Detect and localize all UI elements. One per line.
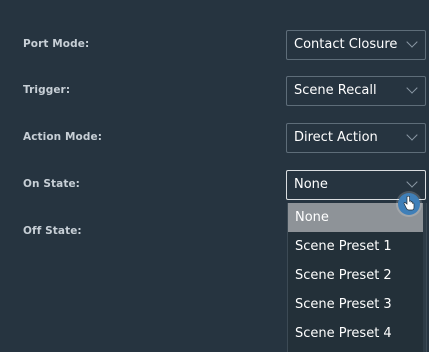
trigger-select[interactable]: Scene Recall bbox=[286, 76, 426, 106]
port-mode-value: Contact Closure bbox=[294, 37, 398, 52]
trigger-value: Scene Recall bbox=[294, 83, 377, 98]
on-state-dropdown-list[interactable]: None Scene Preset 1 Scene Preset 2 Scene… bbox=[287, 203, 427, 352]
dropdown-option-scene-preset-1[interactable]: Scene Preset 1 bbox=[288, 232, 426, 261]
off-state-label: Off State: bbox=[23, 225, 82, 237]
dropdown-option-scene-preset-3[interactable]: Scene Preset 3 bbox=[288, 290, 426, 319]
on-state-label: On State: bbox=[23, 178, 80, 190]
chevron-down-icon bbox=[406, 176, 418, 188]
port-mode-select[interactable]: Contact Closure bbox=[286, 30, 426, 60]
action-mode-value: Direct Action bbox=[294, 130, 378, 145]
chevron-down-icon bbox=[406, 36, 418, 48]
dropdown-option-scene-preset-4[interactable]: Scene Preset 4 bbox=[288, 319, 426, 348]
dropdown-scrollbar[interactable] bbox=[423, 203, 426, 352]
port-mode-label: Port Mode: bbox=[23, 38, 90, 50]
chevron-down-icon bbox=[406, 82, 418, 94]
trigger-label: Trigger: bbox=[23, 84, 71, 96]
hand-pointer-icon bbox=[398, 193, 420, 215]
action-mode-label: Action Mode: bbox=[23, 131, 103, 143]
settings-panel: Port Mode: Contact Closure Trigger: Scen… bbox=[0, 0, 429, 352]
action-mode-select[interactable]: Direct Action bbox=[286, 123, 426, 153]
chevron-down-icon bbox=[406, 129, 418, 141]
dropdown-option-scene-preset-2[interactable]: Scene Preset 2 bbox=[288, 261, 426, 290]
on-state-value: None bbox=[294, 177, 328, 192]
